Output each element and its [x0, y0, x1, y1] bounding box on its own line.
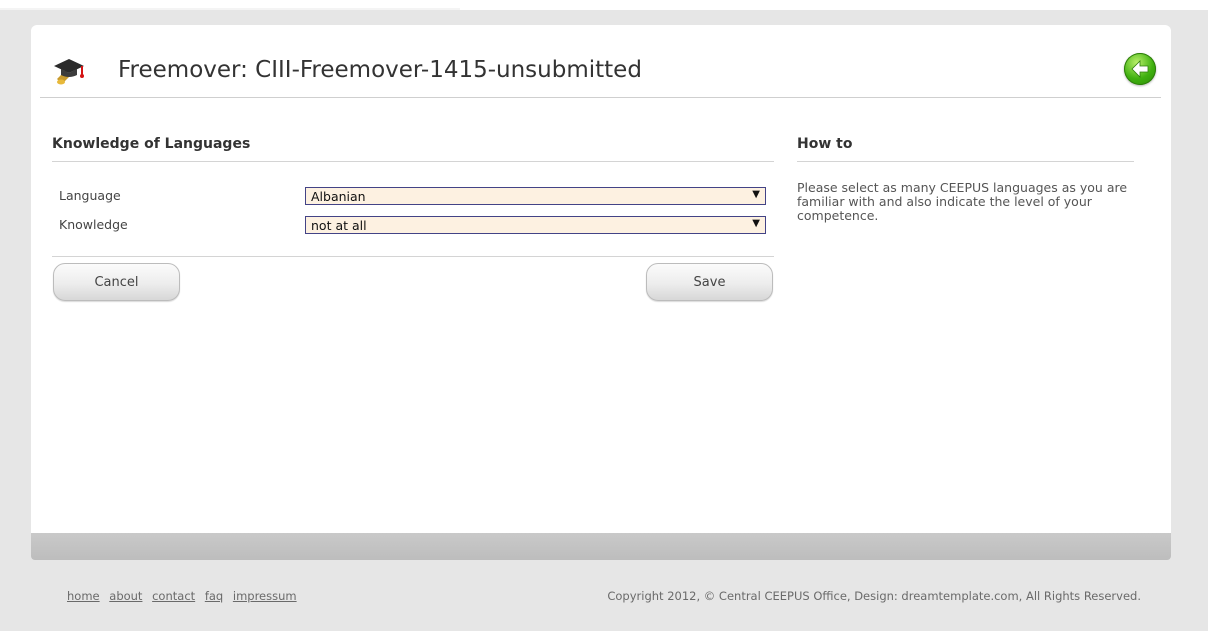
knowledge-select[interactable]: not at all ▼ [305, 216, 766, 234]
footer-link-contact[interactable]: contact [152, 589, 195, 603]
help-divider [797, 161, 1134, 162]
dropdown-arrow-icon: ▼ [752, 189, 760, 200]
footer-link-faq[interactable]: faq [205, 589, 223, 603]
back-arrow-icon [1131, 60, 1149, 78]
back-button[interactable] [1124, 53, 1156, 85]
page-header: Freemover: CIII-Freemover-1415-unsubmitt… [40, 25, 1161, 98]
main-panel: Freemover: CIII-Freemover-1415-unsubmitt… [31, 25, 1171, 533]
footer-links: home about contact faq impressum [67, 589, 303, 603]
footer-link-impressum[interactable]: impressum [233, 589, 297, 603]
form-divider [52, 256, 774, 257]
save-button[interactable]: Save [646, 263, 773, 301]
section-title-languages: Knowledge of Languages [52, 136, 251, 152]
language-select[interactable]: Albanian ▼ [305, 187, 766, 205]
knowledge-label: Knowledge [59, 217, 128, 232]
panel-footer-bar [31, 533, 1171, 560]
language-label: Language [59, 188, 121, 203]
language-select-value: Albanian [311, 189, 366, 204]
section-divider [52, 161, 774, 162]
page-title: Freemover: CIII-Freemover-1415-unsubmitt… [118, 57, 642, 83]
cancel-button[interactable]: Cancel [53, 263, 180, 301]
footer-link-about[interactable]: about [109, 589, 142, 603]
top-strip [0, 0, 1208, 10]
dropdown-arrow-icon: ▼ [752, 218, 760, 229]
help-title: How to [797, 136, 853, 152]
graduation-cap-icon [52, 53, 86, 87]
copyright-text: Copyright 2012, © Central CEEPUS Office,… [607, 589, 1141, 603]
knowledge-select-value: not at all [311, 218, 367, 233]
footer-link-home[interactable]: home [67, 589, 100, 603]
top-strip-line [0, 8, 460, 10]
help-text: Please select as many CEEPUS languages a… [797, 180, 1128, 223]
